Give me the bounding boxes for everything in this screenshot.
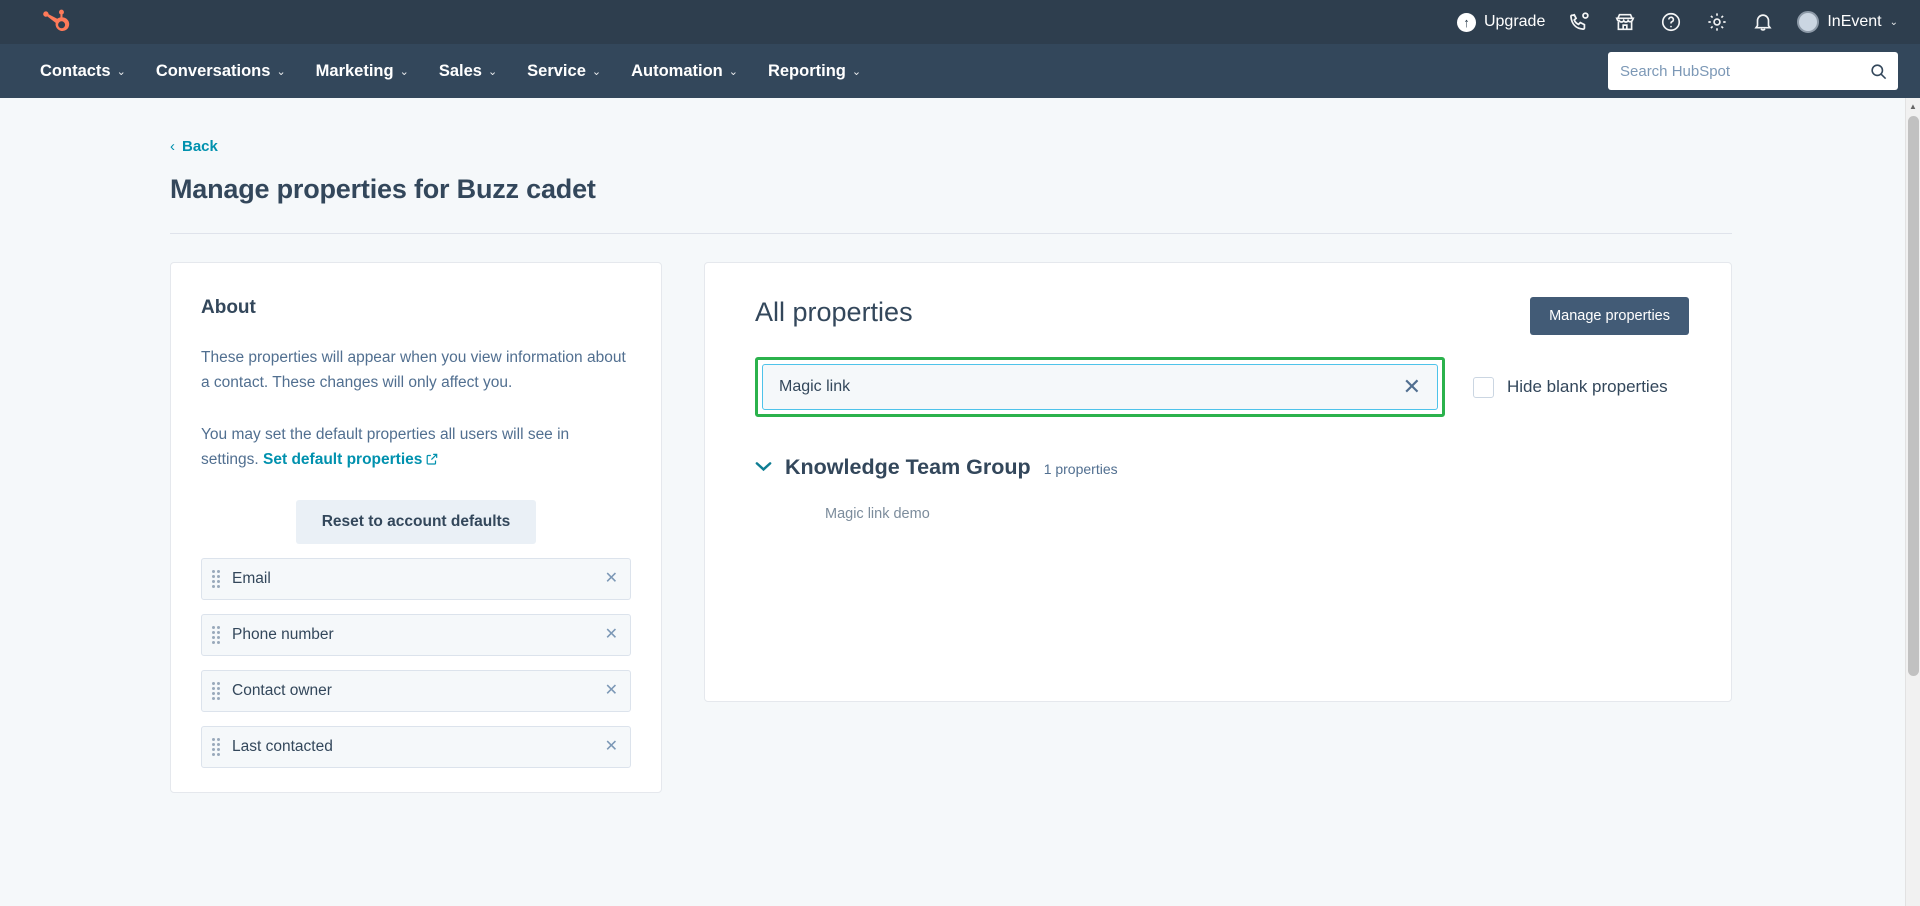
about-paragraph-2: You may set the default properties all u…: [201, 422, 631, 475]
page-title: Manage properties for Buzz cadet: [170, 174, 596, 204]
phone-call-icon[interactable]: [1567, 10, 1591, 34]
notifications-bell-icon[interactable]: [1751, 10, 1775, 34]
scroll-up-arrow[interactable]: ▲: [1906, 98, 1920, 114]
hide-blank-properties-checkbox-row[interactable]: Hide blank properties: [1473, 376, 1668, 398]
chevron-down-icon[interactable]: [755, 458, 772, 475]
drag-handle-icon[interactable]: [212, 682, 220, 700]
property-group-name: Knowledge Team Group: [785, 455, 1031, 479]
upgrade-button[interactable]: ↑ Upgrade: [1456, 12, 1546, 32]
about-heading: About: [201, 297, 256, 318]
search-highlight-box: ✕: [755, 357, 1445, 417]
global-search[interactable]: [1608, 52, 1898, 90]
magnifier-icon[interactable]: [1869, 62, 1888, 81]
property-label: Contact owner: [232, 682, 332, 699]
close-icon[interactable]: ✕: [605, 627, 618, 643]
manage-properties-button[interactable]: Manage properties: [1530, 297, 1689, 335]
filter-row: ✕ Hide blank properties: [755, 357, 1689, 417]
drag-handle-icon[interactable]: [212, 570, 220, 588]
nav-label: Marketing: [315, 61, 394, 80]
all-properties-card: All properties Manage properties ✕ Hide …: [704, 262, 1732, 702]
property-label: Phone number: [232, 626, 334, 643]
property-list-item[interactable]: Magic link demo: [825, 506, 1689, 522]
top-utility-bar: ↑ Upgrade InEvent ⌄: [0, 0, 1920, 44]
property-row-phone-number[interactable]: Phone number ✕: [201, 614, 631, 656]
drag-handle-icon[interactable]: [212, 626, 220, 644]
account-menu[interactable]: InEvent ⌄: [1797, 11, 1898, 33]
chevron-down-icon: ⌄: [728, 65, 738, 78]
main-navigation-bar: Contacts ⌄ Conversations ⌄ Marketing ⌄ S…: [0, 44, 1920, 98]
header-divider: [170, 233, 1732, 234]
nav-label: Automation: [631, 61, 723, 80]
nav-label: Sales: [438, 61, 482, 80]
chevron-left-icon: ‹: [170, 138, 175, 155]
property-row-contact-owner[interactable]: Contact owner ✕: [201, 670, 631, 712]
chevron-down-icon: ⌄: [276, 65, 286, 78]
help-icon[interactable]: [1659, 10, 1683, 34]
set-default-properties-link[interactable]: Set default properties: [263, 451, 439, 468]
property-row-last-contacted[interactable]: Last contacted ✕: [201, 726, 631, 768]
property-group-header[interactable]: Knowledge Team Group 1 properties: [755, 455, 1689, 480]
nav-item-conversations[interactable]: Conversations ⌄: [156, 62, 286, 81]
chevron-down-icon: ⌄: [116, 65, 126, 78]
settings-gear-icon[interactable]: [1705, 10, 1729, 34]
search-input[interactable]: [1620, 62, 1869, 80]
nav-label: Conversations: [155, 61, 271, 80]
all-properties-heading: All properties: [755, 297, 913, 327]
chevron-down-icon: ⌄: [591, 65, 602, 78]
nav-label: Reporting: [767, 61, 846, 80]
about-card: About These properties will appear when …: [170, 262, 662, 793]
close-x-icon[interactable]: ✕: [1401, 376, 1423, 398]
chevron-down-icon: ⌄: [487, 65, 498, 78]
all-properties-header: All properties Manage properties: [755, 297, 1689, 335]
nav-item-service[interactable]: Service ⌄: [527, 62, 601, 81]
external-link-icon: [425, 449, 439, 474]
topbar-right-cluster: ↑ Upgrade InEvent ⌄: [1456, 10, 1898, 34]
avatar: [1797, 11, 1820, 33]
page-body: ‹ Back Manage properties for Buzz cadet …: [0, 98, 1920, 906]
property-label: Email: [232, 570, 271, 587]
nav-label: Contacts: [40, 61, 111, 80]
chevron-down-icon: ⌄: [399, 65, 409, 78]
property-label: Last contacted: [232, 738, 333, 755]
close-icon[interactable]: ✕: [605, 739, 618, 755]
nav-item-reporting[interactable]: Reporting ⌄: [768, 62, 861, 81]
about-paragraph-1: These properties will appear when you vi…: [201, 349, 626, 392]
arrow-up-circle-icon: ↑: [1456, 12, 1476, 32]
account-name: InEvent: [1827, 13, 1882, 30]
nav-item-sales[interactable]: Sales ⌄: [439, 62, 497, 81]
content-wrapper: ‹ Back Manage properties for Buzz cadet …: [0, 98, 1920, 793]
property-search-input[interactable]: [779, 378, 1401, 396]
scrollbar-thumb[interactable]: [1908, 116, 1919, 676]
drag-handle-icon[interactable]: [212, 738, 220, 756]
two-column-layout: About These properties will appear when …: [170, 262, 1920, 793]
hide-blank-properties-checkbox[interactable]: [1473, 376, 1494, 398]
marketplace-icon[interactable]: [1613, 10, 1637, 34]
nav-label: Service: [527, 61, 586, 80]
nav-item-automation[interactable]: Automation ⌄: [631, 62, 738, 81]
chevron-down-icon: ⌄: [851, 65, 862, 78]
set-default-properties-label: Set default properties: [263, 450, 423, 468]
hide-blank-properties-label: Hide blank properties: [1507, 377, 1668, 396]
property-row-email[interactable]: Email ✕: [201, 558, 631, 600]
nav-item-contacts[interactable]: Contacts ⌄: [40, 62, 126, 81]
close-icon[interactable]: ✕: [605, 571, 618, 587]
nav-item-marketing[interactable]: Marketing ⌄: [316, 62, 409, 81]
hubspot-sprocket-logo[interactable]: [40, 5, 74, 39]
back-link[interactable]: ‹ Back: [170, 138, 218, 155]
property-group-count: 1 properties: [1043, 461, 1118, 477]
property-search-field[interactable]: ✕: [762, 364, 1438, 410]
close-icon[interactable]: ✕: [605, 683, 618, 699]
chevron-down-icon: ⌄: [1889, 16, 1898, 28]
reset-to-account-defaults-button[interactable]: Reset to account defaults: [295, 500, 537, 544]
upgrade-label: Upgrade: [1483, 13, 1546, 30]
back-label: Back: [182, 138, 218, 155]
vertical-scrollbar[interactable]: ▲: [1905, 98, 1920, 906]
